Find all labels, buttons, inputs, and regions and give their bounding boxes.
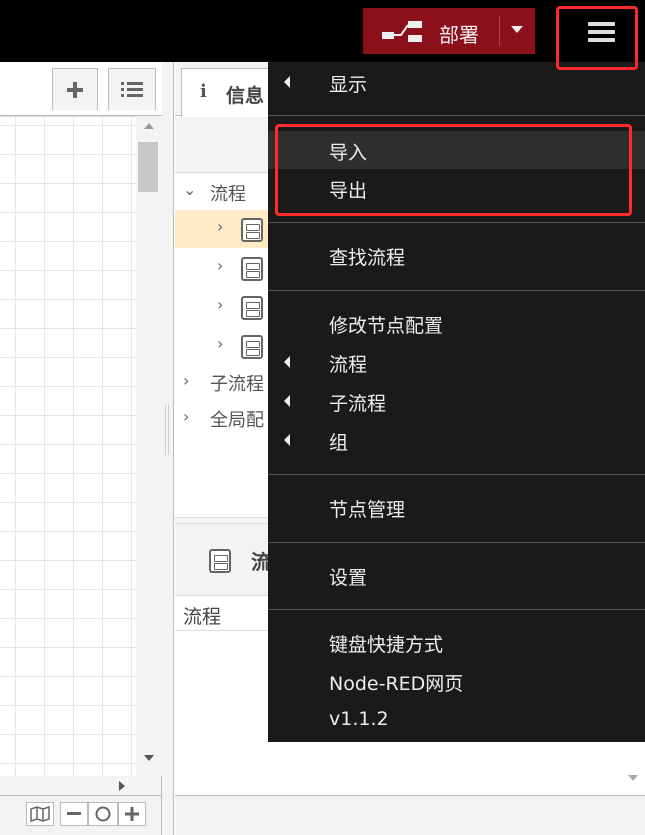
menu-item-label: 修改节点配置 <box>329 315 444 337</box>
help-body-label: 流程 <box>183 606 222 628</box>
flow-icon <box>209 549 231 573</box>
hamburger-icon <box>588 22 615 26</box>
chevron-right-icon[interactable]: › <box>183 407 189 426</box>
menu-item-view[interactable]: 显示 <box>268 63 645 101</box>
chevron-down-icon[interactable]: ⌄ <box>183 180 196 199</box>
menu-item-manage-palette[interactable]: 节点管理 <box>268 488 645 526</box>
caret-left-icon <box>284 434 290 446</box>
menu-item-label: 设置 <box>329 567 368 589</box>
menu-item-subflows[interactable]: 子流程 <box>268 382 645 420</box>
menu-separator <box>268 290 645 291</box>
add-flow-button[interactable] <box>52 68 98 110</box>
zoom-out-button[interactable] <box>60 802 88 826</box>
main-menu-button[interactable] <box>573 12 629 56</box>
plus-icon <box>125 807 139 821</box>
zoom-in-button[interactable] <box>118 802 146 826</box>
menu-item-label: 流程 <box>329 354 368 376</box>
menu-item-search-flows[interactable]: 查找流程 <box>268 236 645 274</box>
flow-icon <box>241 257 263 281</box>
caret-left-icon <box>284 395 290 407</box>
deploy-button[interactable]: 部署 <box>363 8 535 54</box>
menu-item-config-nodes[interactable]: 修改节点配置 <box>268 304 645 342</box>
menu-item-label: 键盘快捷方式 <box>329 634 444 656</box>
chevron-right-icon[interactable]: › <box>217 256 223 275</box>
menu-separator <box>268 609 645 610</box>
deploy-options-caret-icon[interactable] <box>511 26 523 33</box>
separator-grip[interactable] <box>165 405 169 455</box>
minus-icon <box>67 812 81 815</box>
header-bar: 部署 <box>0 0 645 62</box>
flow-icon <box>241 335 263 359</box>
menu-item-label: 节点管理 <box>329 499 406 521</box>
info-icon: i <box>200 81 207 102</box>
list-icon <box>121 81 143 97</box>
workspace-tab-bar <box>0 62 162 116</box>
menu-item-keyboard-shortcuts[interactable]: 键盘快捷方式 <box>268 623 645 661</box>
circle-icon <box>95 806 111 822</box>
workspace-canvas[interactable] <box>0 116 136 776</box>
sidebar-footer <box>175 795 645 835</box>
menu-item-export[interactable]: 导出 <box>268 169 645 207</box>
chevron-right-icon[interactable]: › <box>183 371 189 390</box>
flow-icon <box>241 296 263 320</box>
menu-item-flows[interactable]: 流程 <box>268 343 645 381</box>
menu-item-label: 子流程 <box>329 393 387 415</box>
map-icon <box>30 806 50 822</box>
menu-separator <box>268 542 645 543</box>
deploy-icon <box>382 21 422 42</box>
menu-item-import[interactable]: 导入 <box>268 131 645 169</box>
menu-separator <box>268 115 645 116</box>
menu-item-label: 组 <box>329 432 349 454</box>
main-menu-dropdown: 显示 导入 导出 查找流程 修改节点配置 流程 子流程 组 节点管理 设置 键盘… <box>268 62 645 742</box>
tree-label: 子流程 <box>210 374 264 395</box>
workspace-footer <box>0 795 162 835</box>
scroll-right-icon[interactable] <box>118 780 126 792</box>
hamburger-icon-line <box>588 30 615 34</box>
menu-item-label: 查找流程 <box>329 247 406 269</box>
deploy-label: 部署 <box>439 23 479 47</box>
menu-item-label: v1.1.2 <box>329 708 389 730</box>
vertical-scroll-thumb[interactable] <box>138 142 158 192</box>
menu-item-groups[interactable]: 组 <box>268 421 645 459</box>
workspace <box>0 62 162 795</box>
zoom-reset-button[interactable] <box>88 802 118 826</box>
panel-separator[interactable] <box>162 62 174 835</box>
scroll-down-icon[interactable] <box>627 774 639 782</box>
menu-item-label: 导出 <box>329 180 368 202</box>
caret-left-icon <box>284 356 290 368</box>
tree-label: 流程 <box>210 184 246 205</box>
menu-item-node-red-website[interactable]: Node-RED网页 <box>268 662 645 700</box>
list-flows-button[interactable] <box>108 68 156 110</box>
menu-item-label: Node-RED网页 <box>329 673 464 695</box>
menu-item-version: v1.1.2 <box>268 701 645 739</box>
caret-left-icon <box>284 76 290 88</box>
menu-item-label: 导入 <box>329 142 368 164</box>
chevron-right-icon[interactable]: › <box>217 334 223 353</box>
flow-icon <box>241 218 263 242</box>
chevron-right-icon[interactable]: › <box>217 217 223 236</box>
chevron-right-icon[interactable]: › <box>217 295 223 314</box>
deploy-divider <box>499 16 500 46</box>
navigator-button[interactable] <box>26 802 54 826</box>
plus-icon <box>67 81 83 98</box>
tree-label: 全局配 <box>210 410 264 431</box>
menu-separator <box>268 222 645 223</box>
hamburger-icon-line <box>588 38 615 42</box>
workspace-horizontal-scrollbar[interactable] <box>0 776 136 795</box>
tab-info-label: 信息 <box>226 85 265 107</box>
scroll-up-icon[interactable] <box>143 122 155 130</box>
scroll-down-icon[interactable] <box>143 754 155 762</box>
menu-item-settings[interactable]: 设置 <box>268 556 645 594</box>
menu-separator <box>268 474 645 475</box>
workspace-vertical-scrollbar[interactable] <box>136 116 162 776</box>
menu-item-label: 显示 <box>329 74 368 96</box>
